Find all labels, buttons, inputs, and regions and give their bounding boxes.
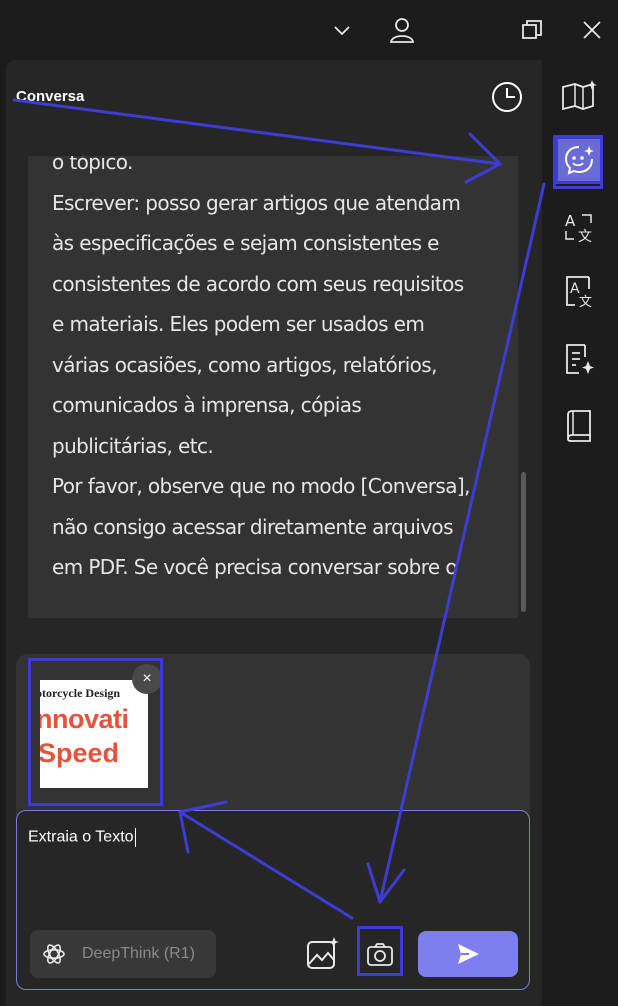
- send-icon: [458, 944, 479, 964]
- window-titlebar: [0, 0, 618, 60]
- book-sparkle-icon[interactable]: [555, 71, 603, 119]
- remove-attachment-button[interactable]: ×: [132, 664, 162, 694]
- send-button[interactable]: [418, 931, 518, 977]
- notebook-icon[interactable]: [555, 402, 603, 450]
- deepthink-toggle[interactable]: DeepThink (R1): [30, 930, 216, 978]
- deepthink-label: DeepThink (R1): [82, 945, 195, 962]
- message-line: não consigo acessar diretamente arquivos: [52, 514, 453, 539]
- message-line: e materiais. Eles podem ser usados em: [52, 312, 425, 336]
- message-line: publicitárias, etc.: [52, 433, 214, 458]
- svg-text:文: 文: [579, 295, 592, 309]
- attachment-caption: otorcycle Design: [40, 686, 121, 700]
- attachment-heading: nnovati: [40, 704, 129, 734]
- message-text: o tópico. Escrever: posso gerar artigos …: [52, 156, 504, 588]
- message-line: o tópico.: [52, 156, 133, 174]
- translate-icon[interactable]: A文: [555, 204, 603, 252]
- user-icon[interactable]: [382, 10, 422, 50]
- chat-ai-icon[interactable]: [555, 136, 603, 184]
- summary-icon[interactable]: [555, 336, 603, 384]
- translate-doc-icon[interactable]: A文: [555, 268, 603, 316]
- text-caret: [134, 828, 136, 847]
- message-line: Por favor, observe que no modo [Conversa…: [52, 474, 470, 498]
- message-line: às especificações e sejam consistentes e: [52, 231, 439, 255]
- message-scrollbar[interactable]: [521, 472, 526, 612]
- message-line: comunicados à imprensa, cópias: [52, 393, 362, 417]
- chevron-down-icon[interactable]: [322, 10, 362, 50]
- image-upload-icon[interactable]: [304, 936, 340, 972]
- assistant-message: o tópico. Escrever: posso gerar artigos …: [28, 156, 518, 618]
- restore-icon[interactable]: [512, 10, 552, 50]
- atom-icon: [42, 942, 66, 971]
- attachment-thumbnail[interactable]: otorcycle Design nnovati Speed: [40, 680, 148, 788]
- tool-sidebar: [542, 60, 618, 1006]
- panel-title: Conversa: [16, 88, 85, 105]
- svg-text:文: 文: [578, 229, 592, 245]
- message-line: em PDF. Se você precisa conversar sobre …: [52, 555, 458, 579]
- message-line: várias ocasiões, como artigos, relatório…: [52, 352, 437, 377]
- prompt-text[interactable]: Extraia o Texto: [28, 828, 136, 847]
- message-line: Escrever: posso gerar artigos que atenda…: [52, 190, 461, 215]
- message-line: consistentes de acordo com seus requisit…: [52, 271, 464, 296]
- attachment-subheading: Speed: [40, 738, 120, 768]
- clock-icon[interactable]: [490, 80, 524, 114]
- camera-icon[interactable]: [360, 936, 400, 974]
- close-icon[interactable]: [572, 10, 612, 50]
- svg-text:A: A: [565, 212, 576, 230]
